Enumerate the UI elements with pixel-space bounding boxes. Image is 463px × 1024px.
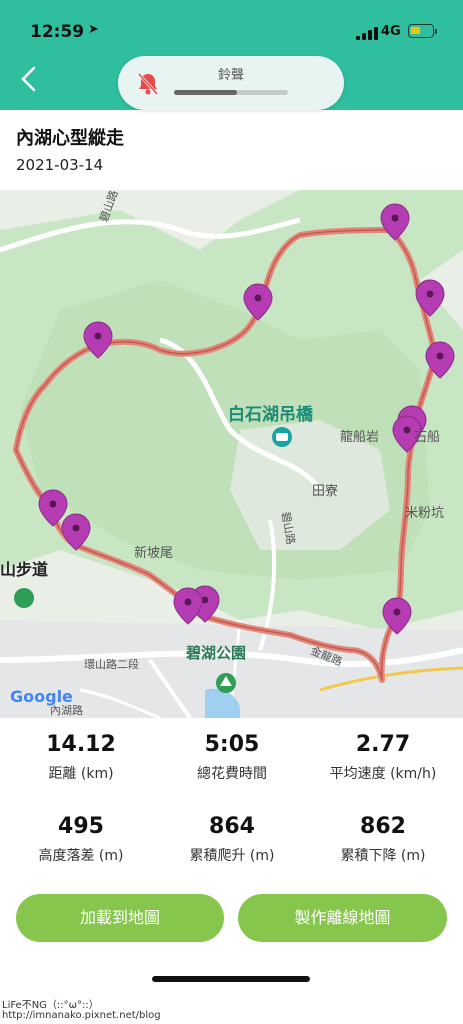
- stat-value: 5:05: [204, 732, 260, 757]
- bell-muted-icon: [137, 72, 159, 96]
- stat-label: 高度落差 (m): [38, 848, 124, 864]
- hiking-icon: [14, 588, 34, 608]
- watermark-line2: http://imnanako.pixnet.net/blog: [2, 1010, 161, 1021]
- stat-label: 距離 (km): [48, 766, 114, 782]
- stat-avg-speed: 2.77 平均速度 (km/h): [306, 732, 460, 783]
- map-label-bridge: 白石湖吊橋: [228, 405, 313, 425]
- route-map[interactable]: 白石湖吊橋 龍船岩 石船 田寮 米粉坑 新坡尾 山步道 碧湖公園 環山路二段 金…: [0, 190, 463, 718]
- map-label-baishi: 石船: [414, 430, 441, 445]
- stat-label: 累積下降 (m): [340, 848, 426, 864]
- stat-total-time: 5:05 總花費時間: [155, 732, 309, 783]
- stat-value: 864: [209, 814, 255, 839]
- network-type: 4G: [381, 24, 401, 39]
- load-to-map-button[interactable]: 加載到地圖: [16, 894, 224, 942]
- ringer-label: 鈴聲: [218, 68, 245, 83]
- stat-value: 495: [58, 814, 104, 839]
- watermark-line1: LiFe不NG（::°ω°::）: [2, 1000, 99, 1011]
- header-bar: 12:59 ➤ 4G 鈴聲: [0, 0, 463, 110]
- map-label-road1: 環山路二段: [84, 658, 139, 671]
- stat-value: 862: [360, 814, 406, 839]
- battery-icon: [408, 24, 437, 38]
- track-date: 2021-03-14: [16, 156, 104, 174]
- ringer-hud: 鈴聲: [118, 56, 344, 110]
- stat-label: 總花費時間: [197, 766, 267, 782]
- back-button[interactable]: [18, 64, 48, 100]
- map-label-longchuan: 龍船岩: [340, 430, 380, 445]
- map-label-xinpowei: 新坡尾: [134, 546, 174, 561]
- stat-distance: 14.12 距離 (km): [4, 732, 158, 783]
- stat-label: 平均速度 (km/h): [329, 766, 437, 782]
- chevron-left-icon: [21, 66, 36, 92]
- page-title: 內湖心型縱走: [16, 128, 124, 149]
- stat-elevation-range: 495 高度落差 (m): [4, 814, 158, 865]
- ringer-level-fill: [174, 90, 237, 95]
- stat-descent: 862 累積下降 (m): [306, 814, 460, 865]
- map-canvas: [0, 190, 463, 718]
- ringer-level-track: [174, 90, 288, 95]
- stat-ascent: 864 累積爬升 (m): [155, 814, 309, 865]
- location-arrow-icon: ➤: [88, 22, 99, 37]
- map-label-bihu: 碧湖公園: [186, 644, 247, 662]
- map-label-trail: 山步道: [0, 560, 49, 579]
- stat-label: 累積爬升 (m): [189, 848, 275, 864]
- status-time: 12:59: [30, 22, 85, 42]
- map-label-mifen: 米粉坑: [405, 506, 445, 521]
- make-offline-map-button[interactable]: 製作離線地圖: [238, 894, 447, 942]
- home-indicator[interactable]: [152, 976, 310, 982]
- stat-value: 14.12: [46, 732, 116, 757]
- signal-icon: [356, 26, 378, 40]
- stat-value: 2.77: [355, 732, 411, 757]
- map-label-village: 田寮: [312, 484, 339, 499]
- google-logo: Google: [10, 687, 73, 706]
